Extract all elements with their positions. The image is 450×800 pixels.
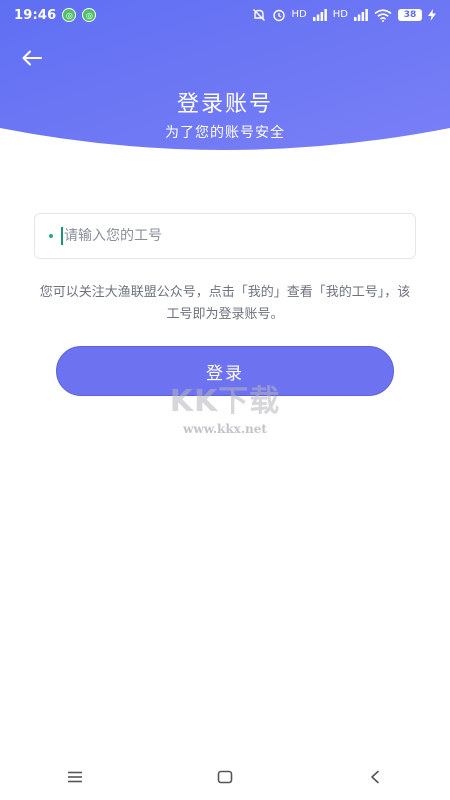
message-icon: ◎ <box>62 8 77 22</box>
watermark-url: www.kkx.net <box>183 422 267 436</box>
signal-label: HD <box>291 9 307 20</box>
wifi-icon <box>374 8 392 22</box>
login-button[interactable]: 登录 <box>56 346 394 396</box>
page-subtitle: 为了您的账号安全 <box>165 125 285 141</box>
status-left: 19:46 ◎ ◎ <box>14 7 97 23</box>
battery-icon: 38 <box>398 9 422 21</box>
status-right: HD HD 38 <box>252 8 436 22</box>
system-back-button[interactable] <box>355 762 395 792</box>
charging-icon <box>428 9 436 21</box>
message-icon: ◎ <box>82 8 97 22</box>
home-square-icon <box>217 770 233 784</box>
mute-icon <box>252 9 265 21</box>
field-dot-icon <box>49 234 53 238</box>
status-bar: 19:46 ◎ ◎ HD HD 38 <box>0 0 450 30</box>
menu-button[interactable] <box>55 762 95 792</box>
status-time: 19:46 <box>14 7 57 23</box>
work-id-input[interactable] <box>64 228 364 244</box>
menu-icon <box>68 771 82 783</box>
login-screen: 19:46 ◎ ◎ HD HD 38 登录账号 为了您的账号安全 请输入您的工号… <box>0 0 450 800</box>
page-title: 登录账号 <box>176 92 273 117</box>
login-hint: 您可以关注大渔联盟公众号，点击「我的」查看「我的工号」，该工号即为登录账号。 <box>39 285 411 322</box>
work-id-field[interactable] <box>34 213 416 259</box>
signal-label: HD <box>332 9 348 20</box>
signal-icon <box>312 9 327 21</box>
alarm-icon <box>272 9 285 22</box>
signal-icon <box>354 9 368 21</box>
back-chevron-icon <box>371 770 379 784</box>
back-button[interactable] <box>18 44 46 72</box>
arrow-left-icon <box>22 50 42 66</box>
home-button[interactable] <box>205 762 245 792</box>
system-nav-bar <box>0 760 450 794</box>
text-cursor <box>61 227 63 245</box>
